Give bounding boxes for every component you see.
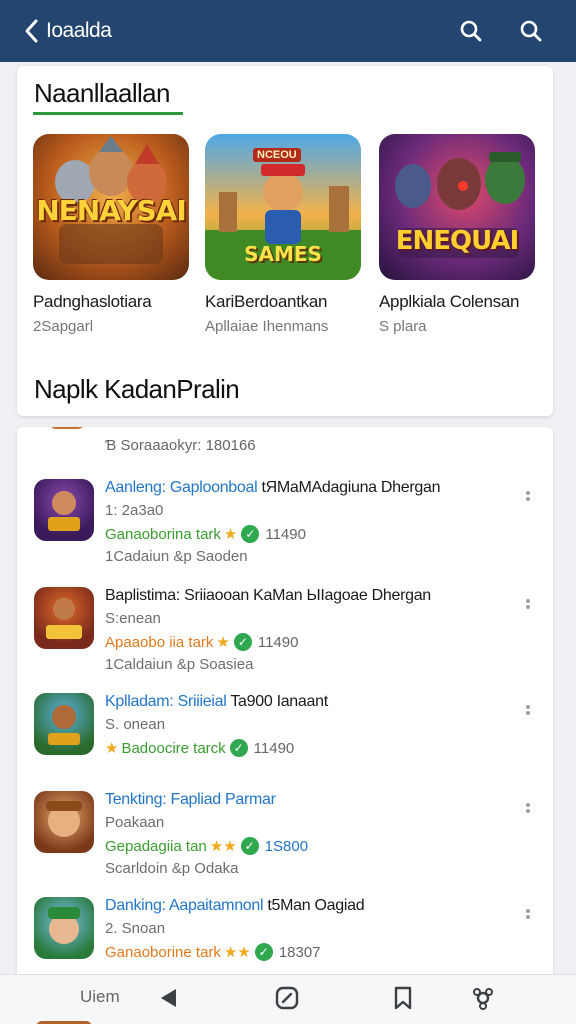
featured-carousel: NENAYSAI Padnghaslotiara 2Sapgarl NCEOU … [33,134,541,344]
top-app-bar: Ioaalda [0,0,576,62]
app-developer: S. onean [105,716,166,733]
more-options-icon[interactable] [521,703,535,723]
app-list-card: Ɓ Soraaaokyr: 180166 Aanleng: Gaploonboa… [17,427,553,987]
list-item[interactable]: Baplistima: Sriiaooan KaMan ЫIagoae Dher… [17,587,553,687]
app-rating-row: Ganaoborina tark ★ ✓ 11490 [105,525,306,543]
app-icon [34,587,94,649]
bottom-navigation: Uiem [0,974,576,1024]
list-item[interactable]: Kplladam: Sriiieial Ta900 Ianaant S. one… [17,693,553,793]
search-icon[interactable] [458,18,484,44]
app-title: Danking: Aapaitamnonl t5Man Oagiad [105,897,365,914]
bottom-nav-label[interactable]: Uiem [80,987,120,1007]
featured-app-subtitle: Apllaiae Ihenmans [205,318,329,335]
list-item-partial[interactable]: Ɓ Soraaaokyr: 180166 [17,427,553,465]
app-category: Scarldoin &p Odaka [105,860,239,877]
play-back-icon[interactable] [156,985,182,1011]
featured-app-art: NCEOU SAMES [205,134,361,280]
featured-app-2[interactable]: NCEOU SAMES KariBerdoantkan Apllaiae Ihe… [205,134,363,335]
more-options-icon[interactable] [521,801,535,821]
list-item[interactable]: Aanleng: Gaploonboal tЯMaMAdagiuna Dherg… [17,479,553,579]
featured-section-title: Naanllaallan [34,78,171,108]
page-title: Ioaalda [46,19,112,42]
star-icon: ★★ [209,838,237,855]
app-icon [34,479,94,541]
app-title: Aanleng: Gaploonboal tЯMaMAdagiuna Dherg… [105,479,441,496]
featured-app-name: Padnghaslotiara [33,292,152,311]
app-category: 1Caldaiun &p Soasiea [105,656,254,673]
featured-app-1[interactable]: NENAYSAI Padnghaslotiara 2Sapgarl [33,134,191,335]
featured-app-art: NENAYSAI [33,134,189,280]
app-title: Baplistima: Sriiaooan KaMan ЫIagoae Dher… [105,587,431,604]
list-item[interactable]: Tenkting: Fapliad Parmar Poakaan Gepadag… [17,791,553,891]
app-title: Tenkting: Fapliad Parmar [105,791,276,808]
star-icon: ★ [223,526,238,543]
more-options-icon[interactable] [521,489,535,509]
featured-art-text: SAMES [244,242,322,266]
featured-art-text: NENAYSAI [36,194,187,227]
compass-icon[interactable] [274,985,300,1011]
bookmark-icon[interactable] [390,985,416,1011]
app-developer: S:enean [105,610,161,627]
app-icon [34,693,94,755]
game-art-icon [395,152,525,258]
more-options-icon[interactable] [521,907,535,927]
app-rating-row: Gepadagiia tan ★★ ✓ 1S800 [105,837,309,855]
star-icon: ★ [216,634,230,651]
featured-app-art: ENEQUAI [379,134,535,280]
app-developer: 1: 2a3a0 [105,502,164,519]
list-section-title: Naplk KadanPralin [34,374,240,404]
app-title: Kplladam: Sriiieial Ta900 Ianaant [105,693,328,710]
app-rating-row: ★ Badoocire tarck ✓ 11490 [105,739,295,757]
verified-check-icon: ✓ [241,525,260,543]
featured-card: Naanllaallan NENAYSAI Padnghaslotiara 2S… [17,66,553,416]
search-icon[interactable] [518,18,544,44]
app-category: 1Cadaiun &p Saoden [105,548,248,565]
star-icon: ★ [105,740,119,757]
verified-check-icon: ✓ [254,943,273,961]
star-icon: ★★ [223,944,251,961]
verified-check-icon: ✓ [240,837,259,855]
app-rating-row: Ganaoborine tark ★★ ✓ 18307 [105,943,321,961]
app-meta: Ɓ Soraaaokyr: 180166 [105,437,256,454]
app-rating-row: Apaaobo iia tark ★ ✓ 11490 [105,633,299,651]
featured-app-subtitle: S plara [379,318,427,335]
app-developer: Poakaan [105,814,165,831]
verified-check-icon: ✓ [233,633,252,651]
settings-icon[interactable] [470,985,496,1011]
verified-check-icon: ✓ [229,739,248,757]
featured-art-text: ENEQUAI [395,226,520,256]
app-icon [47,427,87,429]
featured-app-3[interactable]: ENEQUAI Applkiala Colensan S plara [379,134,537,335]
app-icon [34,791,94,853]
more-options-icon[interactable] [521,597,535,617]
featured-art-badge: NCEOU [253,148,301,162]
section-underline [33,112,183,115]
featured-app-name: KariBerdoantkan [205,292,328,311]
back-button[interactable]: Ioaalda [22,18,112,44]
app-developer: 2. Snoan [105,920,166,937]
chevron-left-icon [25,19,38,43]
featured-app-name: Applkiala Colensan [379,292,520,311]
app-icon [34,897,94,959]
featured-app-subtitle: 2Sapgarl [33,318,94,335]
